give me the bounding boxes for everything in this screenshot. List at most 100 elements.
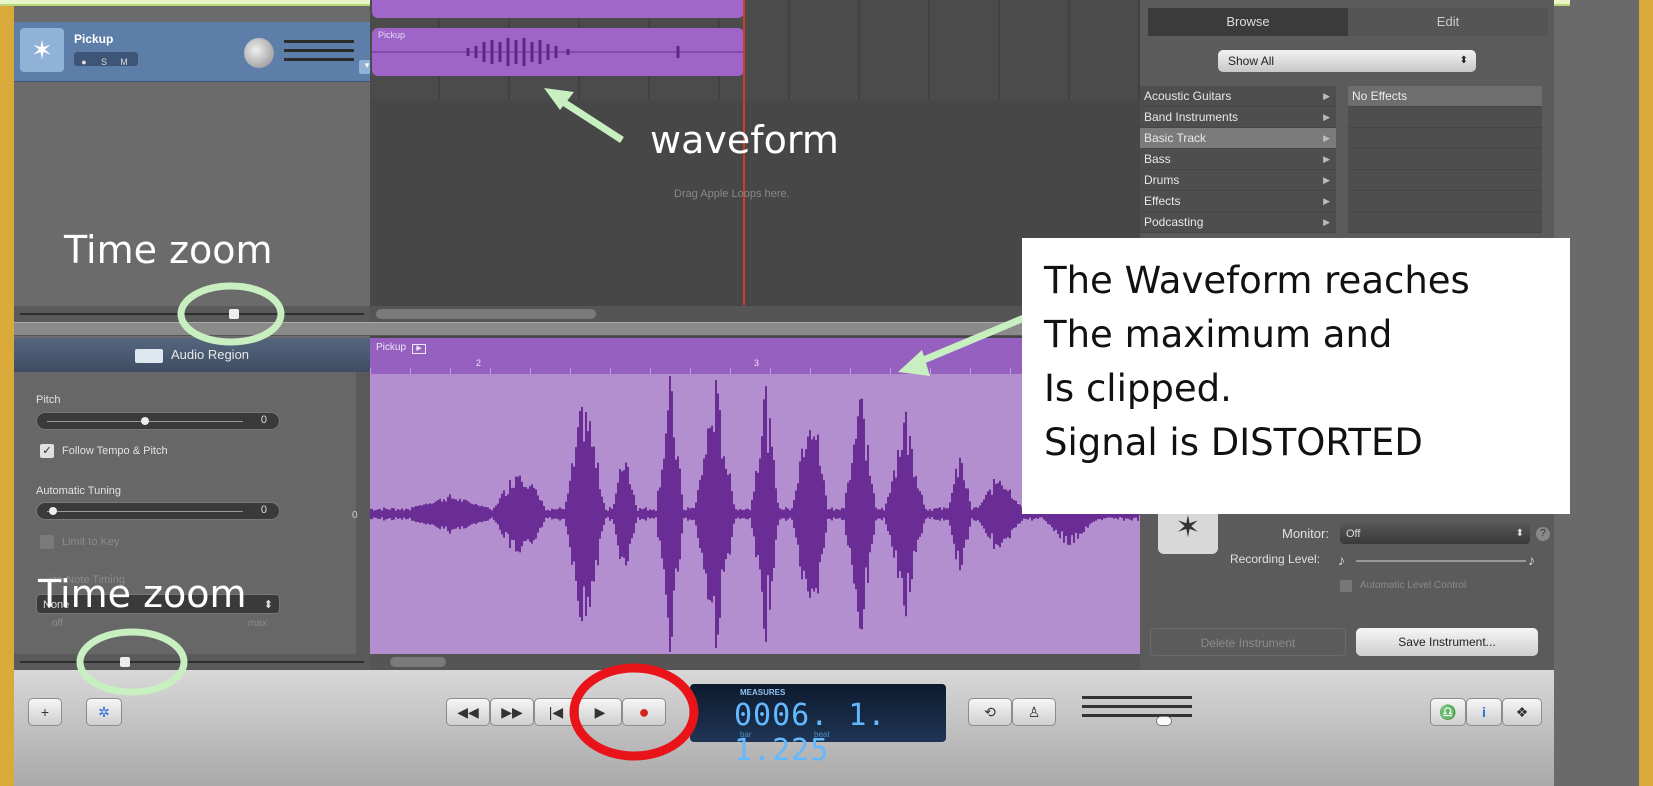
follow-tempo-checkbox[interactable]: ✓ [40, 444, 54, 458]
editor-scrollbar[interactable] [370, 654, 1140, 670]
audio-region-pickup[interactable]: Pickup [372, 28, 744, 76]
tab-browse[interactable]: Browse [1148, 8, 1348, 36]
tab-edit[interactable]: Edit [1348, 8, 1548, 36]
annotation-time-zoom-top: Time zoom [64, 228, 273, 272]
master-volume-slider[interactable] [1082, 696, 1192, 734]
category-list: Acoustic Guitars ▶ Band Instruments ▶ Basi… [1140, 86, 1336, 233]
automatic-level-control-checkbox[interactable] [1340, 580, 1352, 592]
track-volume-slider[interactable] [284, 40, 354, 70]
track-name: Pickup [74, 32, 114, 46]
effect-item-selected[interactable]: No Effects [1348, 86, 1542, 107]
lcd-position: 0006. 1. 1.225 [734, 698, 887, 768]
smart-controls-button[interactable]: ✲ [86, 698, 122, 726]
effect-item-empty [1348, 149, 1542, 170]
info-button[interactable]: i [1466, 698, 1502, 726]
lcd-bar-label: bar [740, 730, 752, 739]
pitch-slider[interactable]: 0 [36, 412, 280, 430]
ruler-tick: 2 [476, 358, 482, 368]
audio-region-icon [134, 348, 163, 363]
limit-to-key-checkbox[interactable]: ✓ [40, 535, 54, 549]
monitor-label: Monitor: [1282, 526, 1329, 541]
master-volume-thumb[interactable] [1156, 716, 1172, 726]
clipping-note-line: Is clipped. [1044, 367, 1232, 410]
drag-loops-hint: Drag Apple Loops here. [674, 188, 790, 200]
loop-browser-button[interactable]: ❖ [1502, 698, 1542, 726]
lcd-display[interactable]: MEASURES 0006. 1. 1.225 bar beat [690, 684, 946, 768]
mute-button[interactable]: M [114, 55, 134, 69]
automatic-tuning-value: 0 [260, 504, 267, 516]
mic-low-icon: ♪ [1338, 552, 1345, 568]
play-region-icon: ▶ [412, 344, 427, 354]
show-filter-select[interactable]: Show All ⬍ [1218, 50, 1476, 72]
add-track-button[interactable]: + [28, 698, 62, 726]
zero-level-label: 0 [352, 510, 358, 521]
lcd-caption: MEASURES [740, 688, 786, 697]
play-button[interactable]: ▶ [578, 698, 622, 726]
tuner-button[interactable]: ♎ [1430, 698, 1466, 726]
select-arrows-icon: ⬍ [1459, 55, 1468, 66]
editor-controls-scrollbar[interactable] [356, 372, 370, 654]
clipping-note-line: Signal is DISTORTED [1044, 421, 1423, 464]
category-item[interactable]: Band Instruments ▶ [1140, 107, 1336, 128]
go-to-start-button[interactable]: |◀ [534, 698, 578, 726]
effect-item-empty [1348, 191, 1542, 212]
annotation-clipping-note: The Waveform reaches The maximum and Is … [1022, 238, 1570, 514]
show-filter-value: Show All [1228, 54, 1275, 68]
range-min-label: off [52, 618, 63, 629]
track-buttons: ● S M [74, 52, 138, 69]
time-zoom-thumb-bottom[interactable] [120, 657, 130, 667]
save-instrument-button[interactable]: Save Instrument... [1356, 628, 1538, 656]
range-max-label: max [248, 618, 267, 629]
time-zoom-slider-bottom[interactable] [14, 654, 370, 670]
time-zoom-thumb-top[interactable] [229, 309, 239, 319]
annotation-time-zoom-bottom: Time zoom [38, 572, 247, 616]
select-arrows-icon: ⬍ [1515, 528, 1524, 539]
recording-level-slider[interactable] [1356, 560, 1526, 562]
solo-button[interactable]: S [94, 55, 114, 69]
effect-item-empty [1348, 128, 1542, 149]
monitor-value: Off [1346, 528, 1361, 540]
record-enable-button[interactable]: ● [74, 55, 94, 69]
record-button[interactable]: ● [622, 698, 666, 726]
metronome-button[interactable]: ♙ [1012, 698, 1056, 726]
effect-item-empty [1348, 170, 1542, 191]
recording-level-label: Recording Level: [1230, 552, 1321, 566]
time-zoom-slider-top[interactable] [14, 306, 370, 322]
category-item[interactable]: Acoustic Guitars ▶ [1140, 86, 1336, 107]
editor-header: Audio Region [14, 338, 370, 372]
rewind-button[interactable]: ◀◀ [446, 698, 490, 726]
ruler-tick: 3 [754, 358, 760, 368]
automatic-tuning-slider[interactable]: 0 [36, 502, 280, 520]
fast-forward-button[interactable]: ▶▶ [490, 698, 534, 726]
help-icon[interactable]: ? [1536, 527, 1550, 541]
category-item[interactable]: Bass ▶ [1140, 149, 1336, 170]
instrument-star-icon: ✶ [20, 28, 64, 72]
cycle-button[interactable]: ⟲ [968, 698, 1012, 726]
effects-list: No Effects [1348, 86, 1542, 233]
editor-splitter[interactable] [14, 322, 1140, 336]
automatic-tuning-label: Automatic Tuning [36, 485, 121, 497]
monitor-select[interactable]: Off ⬍ [1340, 524, 1530, 544]
library-tabs: Browse Edit [1148, 8, 1548, 36]
clipping-note-line: The Waveform reaches [1044, 259, 1470, 302]
category-item[interactable]: Effects ▶ [1140, 191, 1336, 212]
category-item[interactable]: Drums ▶ [1140, 170, 1336, 191]
clipping-note-line: The maximum and [1044, 313, 1393, 356]
annotation-waveform: waveform [650, 118, 839, 162]
category-item[interactable]: Podcasting ▶ [1140, 212, 1336, 233]
automatic-level-control-label: Automatic Level Control [1360, 580, 1467, 591]
track-row-pickup[interactable]: ✶ Pickup ● S M ▾ [14, 22, 386, 82]
limit-to-key-label: Limit to Key [62, 536, 120, 548]
pan-knob[interactable] [244, 38, 274, 68]
effect-item-empty [1348, 212, 1542, 233]
effect-item-empty [1348, 107, 1542, 128]
delete-instrument-button[interactable]: Delete Instrument [1150, 628, 1346, 656]
editor-title: Audio Region [170, 347, 250, 362]
lcd-beat-label: beat [814, 730, 830, 739]
category-item-selected[interactable]: Basic Track ▶ [1140, 128, 1336, 149]
mic-high-icon: ♪ [1528, 552, 1535, 568]
region-waveform-mini [372, 38, 744, 66]
editor-region-name: Pickup ▶ [376, 342, 427, 354]
region-above[interactable] [372, 0, 744, 18]
pitch-value: 0 [260, 414, 267, 426]
